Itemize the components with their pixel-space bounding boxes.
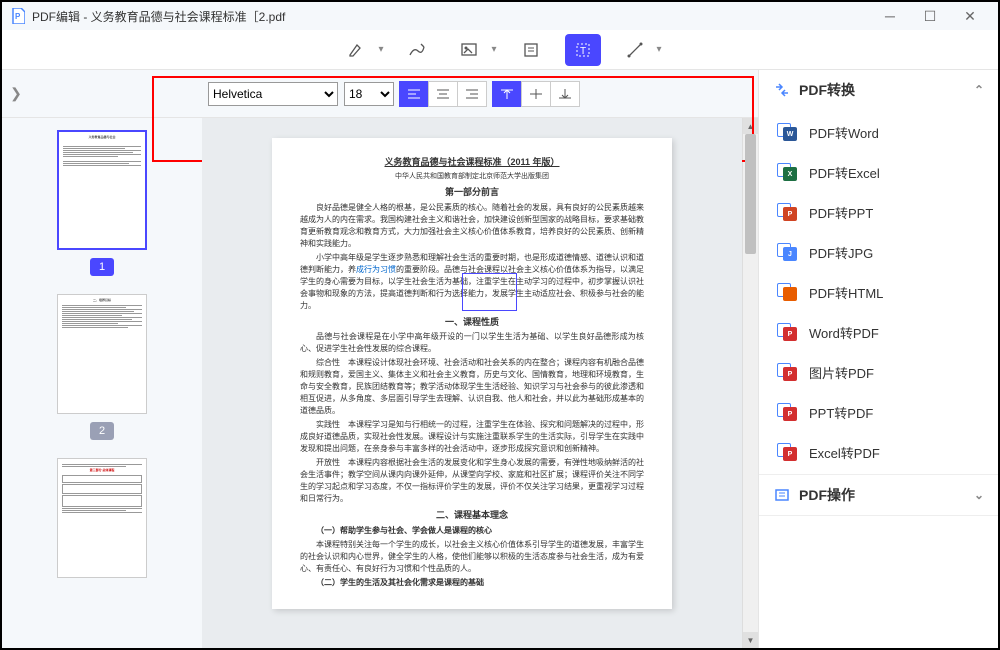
top-toolbar: ▾ ▾ T ▾ [2, 30, 998, 70]
text-tool[interactable]: T [565, 34, 601, 66]
file-icon: P [777, 403, 797, 421]
ops-icon [773, 486, 791, 504]
note-tool[interactable] [513, 34, 549, 66]
font-size-select[interactable]: 18 [344, 82, 394, 106]
chevron-up-icon: ⌃ [974, 83, 984, 97]
heading-preface: 第一部分前言 [300, 186, 644, 200]
minimize-button[interactable]: ─ [870, 2, 910, 30]
font-family-select[interactable]: Helvetica [208, 82, 338, 106]
convert-item-label: PPT转PDF [809, 403, 873, 422]
svg-text:T: T [580, 46, 586, 57]
thumbnail-page-3[interactable]: 第三部分 总体课程 [57, 458, 147, 578]
convert-icon [773, 81, 791, 99]
convert-item-2[interactable]: P PDF转PPT [759, 192, 998, 232]
thumbnail-number-2: 2 [90, 422, 114, 440]
thumbnail-panel: 义务教育品德与社会 1 二、培养目标 2 第三部分 总体课程 [2, 118, 202, 648]
scroll-up-button[interactable]: ▲ [743, 118, 758, 134]
maximize-button[interactable]: ☐ [910, 2, 950, 30]
vertical-align-group [493, 81, 580, 107]
convert-item-3[interactable]: J PDF转JPG [759, 232, 998, 272]
subheading: （一）帮助学生参与社会、学会做人是课程的核心 [300, 525, 644, 537]
horizontal-align-group [400, 81, 487, 107]
doc-publisher: 中华人民共和国教育部制定北京师范大学出版集团 [300, 172, 644, 183]
file-icon: P [777, 443, 797, 461]
thumbnail-page-2[interactable]: 二、培养目标 [57, 294, 147, 414]
align-center-button[interactable] [428, 81, 458, 107]
file-icon: P [777, 363, 797, 381]
paragraph: 良好品德是健全人格的根基，是公民素质的核心。随着社会的发展，具有良好的公民素质越… [300, 202, 644, 250]
dropdown-caret[interactable]: ▾ [378, 44, 383, 55]
window-title: PDF编辑 - 义务教育品德与社会课程标准［2.pdf [32, 8, 870, 25]
thumbnail-page-1[interactable]: 义务教育品德与社会 [57, 130, 147, 250]
thumbnail-number-1: 1 [90, 258, 114, 276]
file-icon: X [777, 163, 797, 181]
page-content: 义务教育品德与社会课程标准（2011 年版） 中华人民共和国教育部制定北京师范大… [272, 138, 672, 609]
text-edit-selection [462, 273, 517, 311]
subheading: （二）学生的生活及其社会化需求是课程的基础 [300, 577, 644, 589]
paragraph: 实践性 本课程学习是知与行相统一的过程，注重学生在体验、探究和问题解决的过程中，… [300, 419, 644, 455]
convert-item-6[interactable]: P 图片转PDF [759, 352, 998, 392]
convert-item-5[interactable]: P Word转PDF [759, 312, 998, 352]
convert-item-1[interactable]: X PDF转Excel [759, 152, 998, 192]
valign-top-button[interactable] [492, 81, 522, 107]
close-button[interactable]: ✕ [950, 2, 990, 30]
highlight-tool[interactable] [338, 34, 374, 66]
chevron-down-icon: ⌄ [974, 488, 984, 502]
right-panel: PDF转换 ⌃ W PDF转Word X PDF转Excel P PDF转PPT J PDF转… [758, 70, 998, 648]
pdf-convert-header[interactable]: PDF转换 ⌃ [759, 70, 998, 110]
paragraph: 品德与社会课程是在小学中高年级开设的一门以学生生活为基础、以学生良好品德形成为核… [300, 331, 644, 355]
paragraph: 开放性 本课程内容根据社会生活的发展变化和学生身心发展的需要，有弹性地吸纳鲜活的… [300, 457, 644, 505]
file-icon: J [777, 243, 797, 261]
vertical-scrollbar[interactable]: ▲ ▼ [742, 118, 758, 648]
titlebar: P PDF编辑 - 义务教育品德与社会课程标准［2.pdf ─ ☐ ✕ [2, 2, 998, 30]
paragraph: 本课程特别关注每一个学生的成长，以社会主义核心价值体系引导学生的道德发展，丰富学… [300, 539, 644, 575]
hyperlink-text[interactable]: 成行为习惯 [356, 265, 396, 274]
paragraph: 综合性 本课程设计体现社会环境、社会活动和社会关系的内在整合；课程内容有机融合品… [300, 357, 644, 417]
heading-concept: 二、课程基本理念 [300, 509, 644, 523]
convert-item-8[interactable]: P Excel转PDF [759, 432, 998, 472]
dropdown-caret[interactable]: ▾ [491, 44, 496, 55]
convert-item-label: PDF转Word [809, 123, 879, 142]
convert-item-label: PDF转PPT [809, 203, 873, 222]
convert-item-label: 图片转PDF [809, 363, 874, 382]
ops-title: PDF操作 [799, 485, 855, 505]
convert-item-0[interactable]: W PDF转Word [759, 112, 998, 152]
heading-nature: 一、课程性质 [300, 316, 644, 330]
format-toolbar: ❯ Helvetica 18 [2, 70, 758, 118]
convert-item-label: Excel转PDF [809, 443, 880, 462]
svg-text:P: P [15, 12, 21, 21]
dropdown-caret[interactable]: ▾ [657, 44, 662, 55]
file-icon [777, 283, 797, 301]
scrollbar-thumb[interactable] [745, 134, 756, 254]
page-canvas[interactable]: 义务教育品德与社会课程标准（2011 年版） 中华人民共和国教育部制定北京师范大… [202, 118, 742, 648]
convert-item-4[interactable]: PDF转HTML [759, 272, 998, 312]
convert-item-label: Word转PDF [809, 323, 879, 342]
scroll-down-button[interactable]: ▼ [743, 632, 758, 648]
convert-item-label: PDF转JPG [809, 243, 873, 262]
file-icon: W [777, 123, 797, 141]
app-logo: P [10, 8, 26, 24]
draw-tool[interactable] [399, 34, 435, 66]
line-tool[interactable] [617, 34, 653, 66]
collapse-sidebar-button[interactable]: ❯ [2, 70, 30, 118]
align-left-button[interactable] [399, 81, 429, 107]
valign-middle-button[interactable] [521, 81, 551, 107]
convert-item-7[interactable]: P PPT转PDF [759, 392, 998, 432]
convert-item-label: PDF转HTML [809, 283, 883, 302]
image-tool[interactable] [451, 34, 487, 66]
file-icon: P [777, 203, 797, 221]
convert-item-label: PDF转Excel [809, 163, 880, 182]
doc-title: 义务教育品德与社会课程标准（2011 年版） [300, 156, 644, 170]
convert-title: PDF转换 [799, 80, 855, 100]
align-right-button[interactable] [457, 81, 487, 107]
pdf-ops-header[interactable]: PDF操作 ⌄ [759, 475, 998, 515]
file-icon: P [777, 323, 797, 341]
valign-bottom-button[interactable] [550, 81, 580, 107]
